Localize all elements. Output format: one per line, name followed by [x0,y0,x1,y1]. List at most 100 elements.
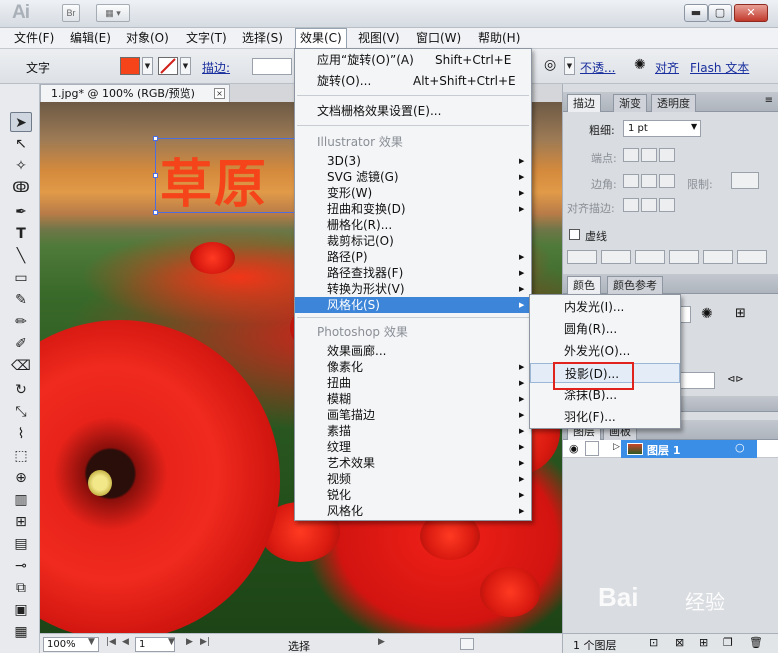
menu-item-stylize-illustrator[interactable]: 风格化(S) ▶ [295,297,531,313]
miter-join-button[interactable] [623,174,639,188]
gradient-tool-icon[interactable]: ▤ [10,534,32,554]
menu-item-warp[interactable]: 变形(W) ▶ [295,185,531,201]
close-tab-icon[interactable]: × [214,88,225,99]
stroke-dropdown-icon[interactable]: ▼ [180,57,191,75]
artboard-dropdown-icon[interactable]: ▼ [168,637,175,647]
menu-item-artistic[interactable]: 艺术效果 ▶ [295,455,531,471]
scale-tool-icon[interactable]: ⤡ [10,402,32,422]
menu-view[interactable]: 视图(V) [354,28,404,49]
gap-field[interactable] [601,250,631,264]
type-tool-icon[interactable]: T [10,224,32,244]
menu-effect[interactable]: 效果(C) [295,28,347,49]
visibility-eye-icon[interactable]: ◉ [569,442,579,455]
menu-item-pixelate[interactable]: 像素化 ▶ [295,359,531,375]
menu-item-svg-filters[interactable]: SVG 滤镜(G) ▶ [295,169,531,185]
document-tab[interactable]: 1.jpg* @ 100% (RGB/预览) × [40,84,230,102]
dash-field[interactable] [567,250,597,264]
rotate-tool-icon[interactable]: ↻ [10,380,32,400]
menu-select[interactable]: 选择(S) [238,28,287,49]
weight-field[interactable]: 1 pt [623,120,701,137]
projecting-cap-button[interactable] [659,148,675,162]
menu-file[interactable]: 文件(F) [10,28,58,49]
style-dropdown-icon[interactable]: ▼ [564,57,575,75]
submenu-item-feather[interactable]: 羽化(F)... [530,407,680,427]
menu-type[interactable]: 文字(T) [182,28,231,49]
magic-wand-tool-icon[interactable]: ✧ [10,156,32,176]
menu-item-stylize-photoshop[interactable]: 风格化 ▶ [295,503,531,519]
minimize-button[interactable]: ▬ [684,4,708,22]
menu-item-sketch[interactable]: 素描 ▶ [295,423,531,439]
shape-builder-tool-icon[interactable]: ⊕ [10,468,32,488]
tab-stroke[interactable]: 描边 [567,94,601,112]
previous-artboard-icon[interactable]: ◀ [122,637,129,647]
gap-field[interactable] [737,250,767,264]
menu-item-sharpen[interactable]: 锐化 ▶ [295,487,531,503]
resize-handle[interactable] [153,136,158,141]
direct-selection-tool-icon[interactable]: ↖ [10,134,32,154]
recolor-icon[interactable]: ◎ [544,57,556,73]
line-tool-icon[interactable]: ╲ [10,246,32,266]
status-menu-icon[interactable]: ▶ [378,637,385,647]
new-layer-icon[interactable]: ❐ [723,636,733,649]
fill-dropdown-icon[interactable]: ▼ [142,57,153,75]
stroke-link[interactable]: 描边: [202,59,230,76]
last-artboard-icon[interactable]: ▶| [200,637,210,647]
limit-field[interactable] [731,172,759,189]
submenu-item-inner-glow[interactable]: 内发光(I)... [530,297,680,317]
rectangle-tool-icon[interactable]: ▭ [10,268,32,288]
locate-object-icon[interactable]: ⊡ [649,636,658,649]
warp-tool-icon[interactable]: ⌇ [10,424,32,444]
paintbrush-tool-icon[interactable]: ✎ [10,290,32,310]
panel-menu-icon[interactable]: ≡ [765,95,773,106]
selection-tool-icon[interactable]: ➤ [10,112,32,132]
recolor-artwork-icon[interactable]: ✺ [701,306,713,322]
align-inside-button[interactable] [641,198,657,212]
align-center-button[interactable] [623,198,639,212]
menu-item-3d[interactable]: 3D(3) ▶ [295,153,531,169]
horizontal-scroll-thumb[interactable] [460,638,474,650]
maximize-button[interactable]: ▢ [708,4,732,22]
menu-item-rasterize[interactable]: 栅格化(R)... [295,217,531,233]
slice-tool-icon[interactable]: ▦ [10,622,32,642]
submenu-item-round-corners[interactable]: 圆角(R)... [530,319,680,339]
layer-name[interactable]: 图层 1 [647,442,680,458]
globe-icon[interactable]: ✺ [634,57,646,73]
artboard-tool-icon[interactable]: ▣ [10,600,32,620]
menu-object[interactable]: 对象(O) [122,28,173,49]
clipping-mask-icon[interactable]: ⊠ [675,636,684,649]
zoom-dropdown-icon[interactable]: ▼ [88,637,95,647]
menu-help[interactable]: 帮助(H) [474,28,524,49]
graph-tool-icon[interactable]: ▥ [10,490,32,510]
menu-item-crop-marks[interactable]: 裁剪标记(O) [295,233,531,249]
last-effect-item[interactable]: 旋转(O)... Alt+Shift+Ctrl+E [295,73,531,89]
eraser-tool-icon[interactable]: ⌫ [10,356,32,376]
align-outside-button[interactable] [659,198,675,212]
eyedropper-tool-icon[interactable]: ⊸ [10,556,32,576]
menu-item-video[interactable]: 视频 ▶ [295,471,531,487]
opacity-link[interactable]: 不透... [580,59,615,76]
gap-field[interactable] [669,250,699,264]
target-circle-icon[interactable]: ○ [735,441,745,454]
menu-item-effect-gallery[interactable]: 效果画廊... [295,343,531,359]
menu-edit[interactable]: 编辑(E) [66,28,115,49]
menu-item-pathfinder[interactable]: 路径查找器(F) ▶ [295,265,531,281]
delete-layer-icon[interactable]: 🗑 [749,636,763,649]
pen-tool-icon[interactable]: ✒ [10,202,32,222]
stroke-none-swatch[interactable] [158,57,178,75]
bevel-join-button[interactable] [659,174,675,188]
menu-window[interactable]: 窗口(W) [412,28,465,49]
lock-toggle[interactable] [585,441,599,456]
layer-row[interactable]: ◉ ▷ 图层 1 ○ [563,440,778,458]
blob-brush-tool-icon[interactable]: ✐ [10,334,32,354]
dashed-line-checkbox[interactable] [569,229,580,240]
mesh-tool-icon[interactable]: ⊞ [10,512,32,532]
fill-color-swatch[interactable] [120,57,140,75]
tab-color-guide[interactable]: 颜色参考 [607,276,663,294]
selection-bounding-box[interactable] [153,136,300,215]
expand-arrow-icon[interactable]: ▷ [613,442,620,452]
guide-arrows-icon[interactable]: ⊲⊳ [727,374,744,385]
menu-item-convert-to-shape[interactable]: 转换为形状(V) ▶ [295,281,531,297]
pencil-tool-icon[interactable]: ✏ [10,312,32,332]
weight-dropdown-icon[interactable]: ▼ [691,122,697,131]
apply-last-effect-item[interactable]: 应用“旋转(O)”(A) Shift+Ctrl+E [295,52,531,68]
